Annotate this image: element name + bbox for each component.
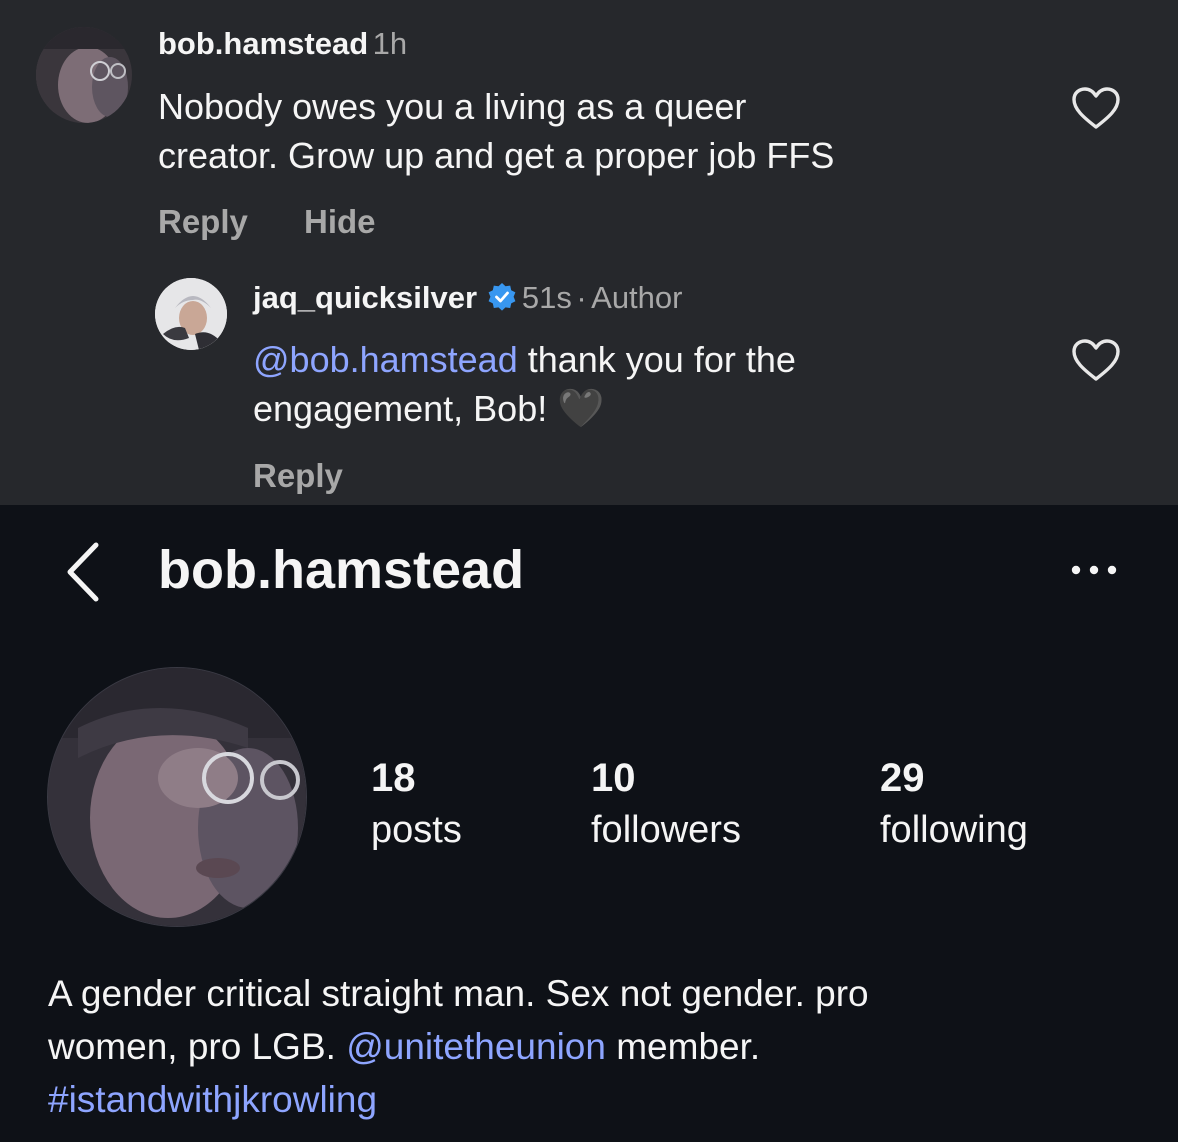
hide-button[interactable]: Hide — [304, 203, 376, 241]
bio-text: member. — [605, 1026, 761, 1067]
comment-time: 1h — [372, 26, 408, 61]
profile-section: bob.hamstead 18 posts 10 followers 29 fo… — [0, 505, 1178, 1142]
profile-bio: A gender critical straight man. Sex not … — [48, 967, 869, 1126]
commenter-avatar[interactable] — [36, 27, 132, 123]
bio-hashtag-link[interactable]: #istandwithjkrowling — [48, 1073, 869, 1126]
comment-username[interactable]: bob.hamstead — [158, 26, 368, 61]
followers-count: 10 — [591, 756, 636, 800]
ellipsis-icon[interactable] — [1068, 563, 1120, 577]
reply-time: 51s — [521, 280, 572, 315]
followers-label: followers — [591, 809, 741, 851]
reply-separator: · — [576, 280, 587, 315]
black-heart-emoji: 🖤 — [557, 388, 605, 430]
bio-text: women, pro LGB. — [48, 1026, 347, 1067]
reply-text-line: engagement, Bob! — [253, 388, 548, 429]
comment-text: Nobody owes you a living as a queer crea… — [158, 82, 834, 180]
reply-mention-link[interactable]: @bob.hamstead — [253, 339, 518, 380]
posts-count: 18 — [371, 756, 416, 800]
profile-title: bob.hamstead — [158, 540, 525, 600]
chevron-left-icon[interactable] — [62, 541, 102, 603]
reply-text: @bob.hamstead thank you for the engageme… — [253, 335, 796, 434]
profile-avatar[interactable] — [48, 668, 306, 926]
reply-button[interactable]: Reply — [253, 457, 343, 495]
posts-label: posts — [371, 809, 462, 851]
like-heart-icon[interactable] — [1071, 338, 1121, 382]
following-count: 29 — [880, 756, 925, 800]
bio-line: A gender critical straight man. Sex not … — [48, 973, 869, 1014]
replier-avatar[interactable] — [155, 278, 227, 350]
bio-mention-link[interactable]: @unitetheunion — [346, 1026, 606, 1067]
comment-text-line: creator. Grow up and get a proper job FF… — [158, 135, 835, 176]
posts-stat[interactable]: 18 posts — [371, 755, 462, 853]
reply-header: jaq_quicksilver 51s · Author — [253, 280, 682, 316]
reply-text-rest: thank you for the — [517, 339, 796, 380]
followers-stat[interactable]: 10 followers — [591, 755, 741, 853]
comment-header: bob.hamstead 1h — [158, 26, 407, 62]
author-badge: Author — [591, 280, 683, 315]
following-label: following — [880, 809, 1028, 851]
comments-section: bob.hamstead 1h Nobody owes you a living… — [0, 0, 1178, 505]
following-stat[interactable]: 29 following — [880, 755, 1028, 853]
like-heart-icon[interactable] — [1071, 86, 1121, 130]
verified-badge-icon — [489, 283, 516, 311]
reply-button[interactable]: Reply — [158, 203, 248, 241]
comment-text-line: Nobody owes you a living as a queer — [158, 86, 747, 127]
reply-username[interactable]: jaq_quicksilver — [253, 280, 477, 315]
